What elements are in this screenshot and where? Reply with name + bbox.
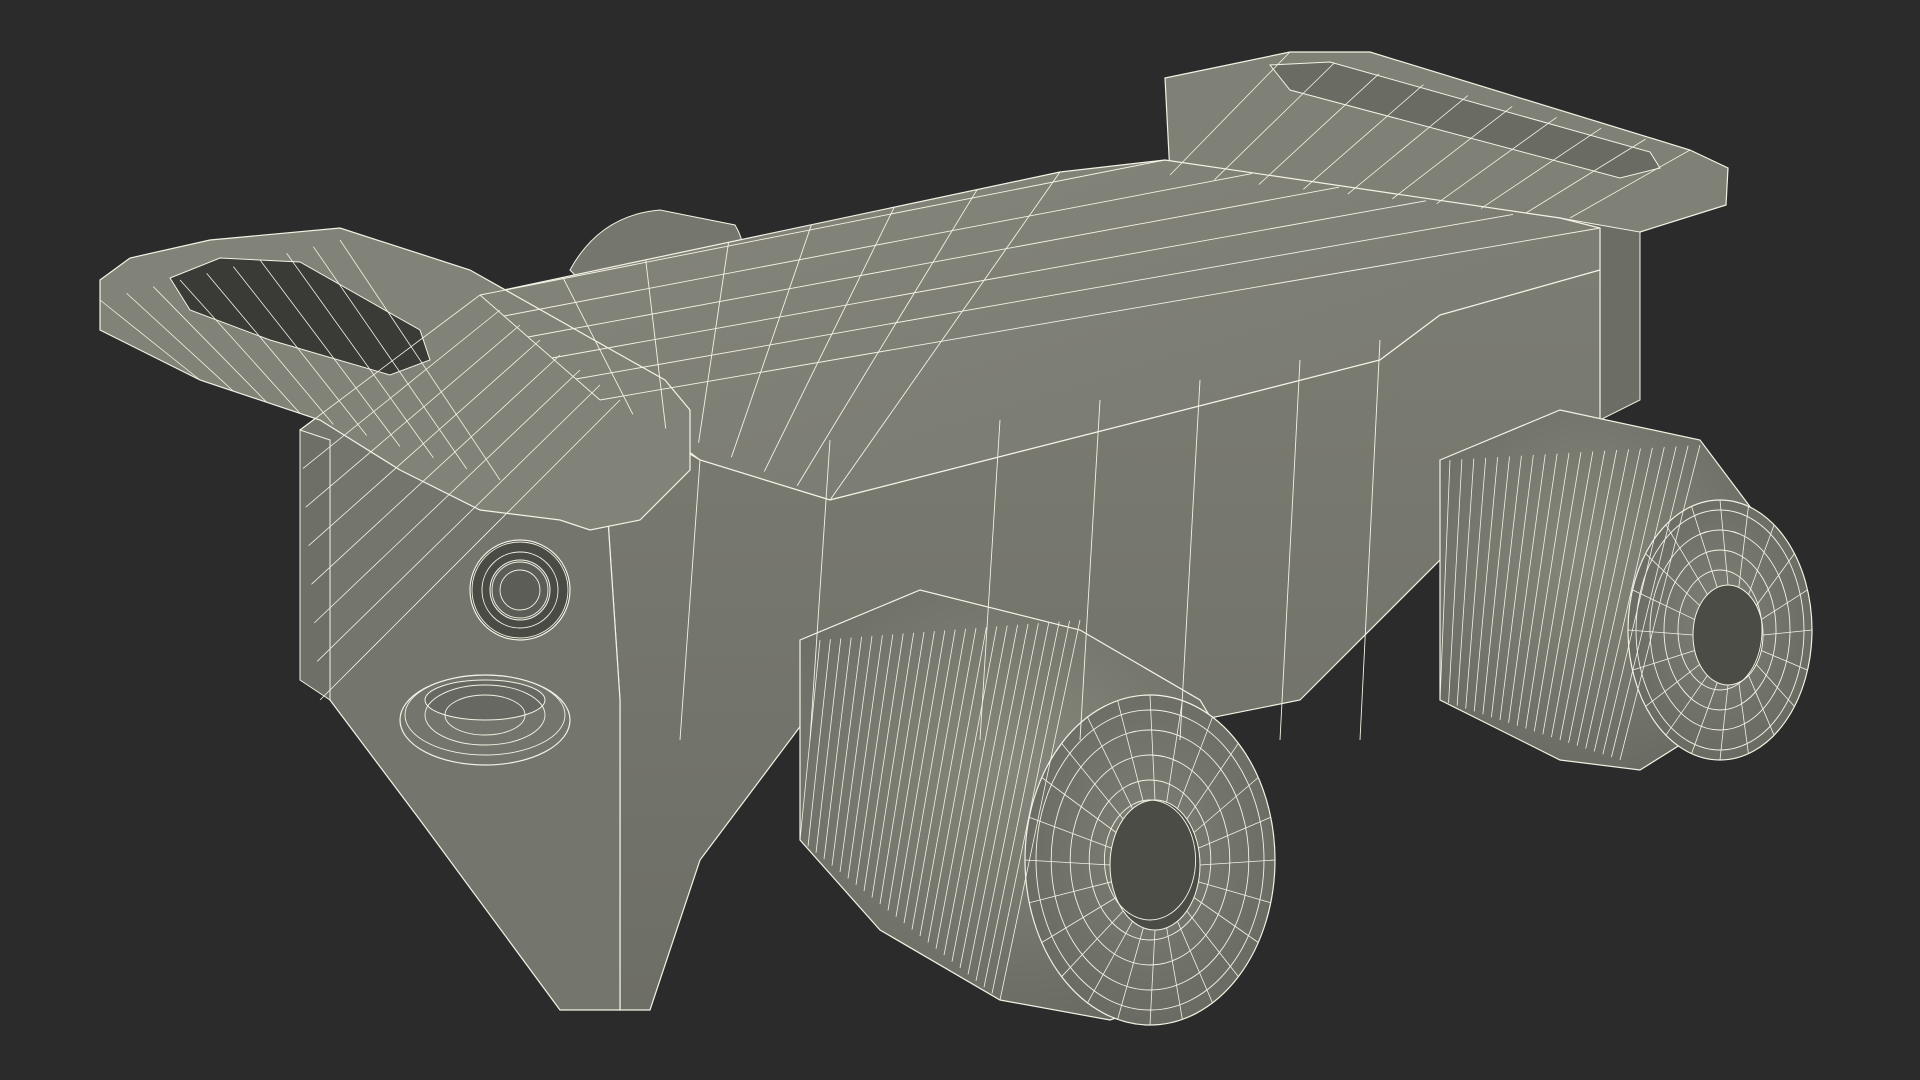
wireframe-model-render [99, 51, 1813, 1026]
render-viewport [0, 0, 1920, 1080]
